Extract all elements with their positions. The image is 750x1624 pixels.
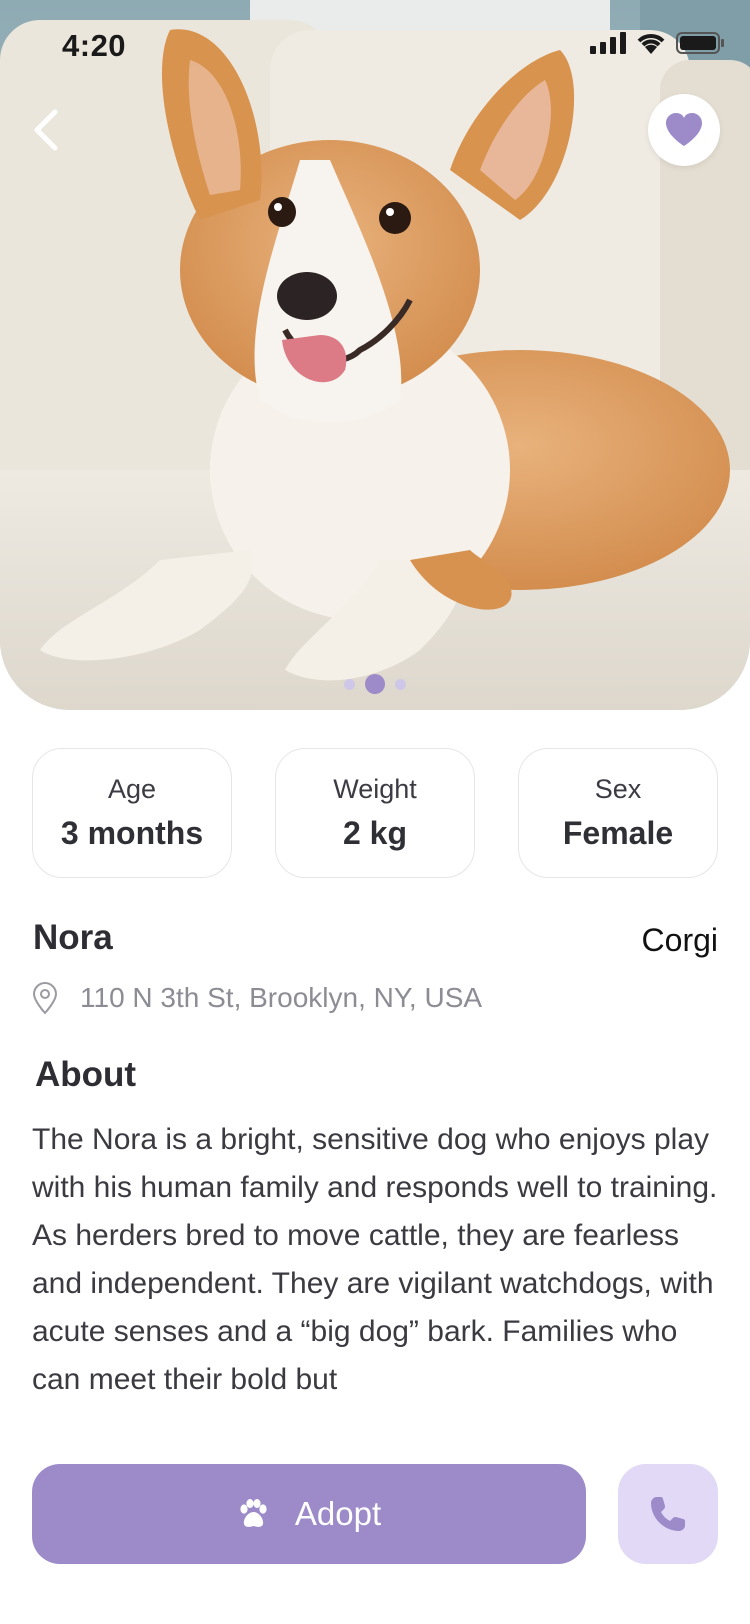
back-button[interactable]: [22, 100, 70, 160]
carousel-indicator: [0, 672, 750, 696]
about-title: About: [35, 1055, 137, 1094]
battery-icon: [676, 32, 724, 54]
adopt-label: Adopt: [294, 1495, 382, 1532]
stat-label: Weight: [333, 774, 417, 804]
about-text: The Nora is a bright, sensitive dog who …: [32, 1123, 718, 1396]
pet-photo: [0, 0, 750, 710]
paw-icon: [240, 1499, 267, 1527]
wifi-icon: [637, 34, 665, 54]
stat-card-age: Age 3 months: [32, 748, 232, 878]
status-icons: [590, 32, 724, 54]
carousel-dot[interactable]: [344, 678, 355, 690]
favorite-button[interactable]: [648, 94, 720, 166]
stat-card-sex: Sex Female: [518, 748, 718, 878]
carousel-dot[interactable]: [395, 678, 406, 690]
stat-label: Age: [107, 774, 157, 804]
phone-icon: [651, 1497, 685, 1531]
heart-icon: [666, 113, 702, 146]
stat-value: 3 months: [60, 815, 204, 851]
stat-card-weight: Weight 2 kg: [275, 748, 475, 878]
status-time: 4:20: [62, 28, 127, 63]
stat-label: Sex: [594, 774, 642, 804]
chevron-left-icon: [34, 109, 58, 151]
signal-icon: [590, 32, 626, 54]
stat-value: 2 kg: [342, 815, 408, 851]
location-pin-icon: [32, 982, 58, 1014]
pet-name: Nora: [33, 918, 113, 957]
call-button[interactable]: [618, 1464, 718, 1564]
pet-photo-carousel[interactable]: 4:20: [0, 0, 750, 710]
adopt-button[interactable]: Adopt: [32, 1464, 586, 1564]
pet-breed: Corgi: [641, 922, 718, 958]
stat-value: Female: [562, 815, 674, 851]
pet-stats: Age 3 months Weight 2 kg Sex Female: [32, 748, 718, 878]
pet-location: 110 N 3th St, Brooklyn, NY, USA: [32, 982, 482, 1014]
carousel-dot-active[interactable]: [365, 674, 385, 694]
location-text: 110 N 3th St, Brooklyn, NY, USA: [80, 982, 483, 1013]
